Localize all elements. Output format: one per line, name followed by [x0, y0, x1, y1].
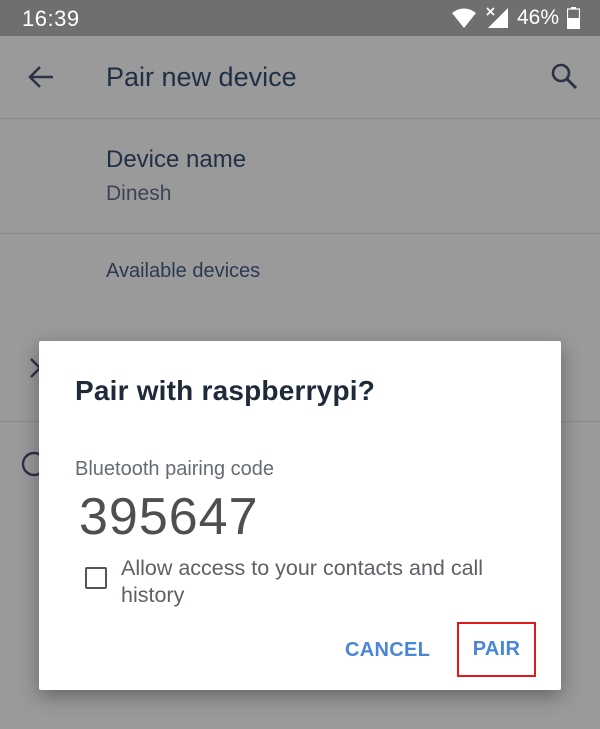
dialog-title: Pair with raspberrypi? — [75, 375, 376, 406]
battery-percent: 46% — [516, 6, 559, 29]
search-icon[interactable] — [550, 62, 578, 90]
wifi-icon — [451, 7, 477, 29]
no-signal-icon — [485, 7, 509, 29]
pair-button-label: PAIR — [472, 638, 521, 660]
app-bar: Pair new device — [0, 36, 600, 119]
cancel-button[interactable]: CANCEL — [345, 639, 430, 662]
available-devices-label: Available devices — [106, 260, 261, 282]
pair-button[interactable]: PAIR — [457, 622, 536, 677]
pairing-code-label: Bluetooth pairing code — [75, 458, 275, 480]
battery-icon — [567, 7, 580, 29]
status-time: 16:39 — [22, 6, 80, 31]
device-name-row[interactable]: Device name Dinesh — [0, 118, 600, 234]
back-arrow-icon[interactable] — [26, 62, 56, 92]
pairing-code: 395647 — [79, 488, 259, 546]
contacts-access-label[interactable]: Allow access to your contacts and call h… — [121, 555, 531, 609]
status-bar: 16:39 46% — [0, 0, 600, 36]
device-name-value: Dinesh — [106, 182, 172, 205]
device-name-title: Device name — [106, 146, 247, 173]
status-icons: 46% — [451, 6, 580, 30]
pairing-dialog: Pair with raspberrypi? Bluetooth pairing… — [39, 341, 561, 690]
contacts-access-checkbox[interactable] — [85, 567, 107, 589]
page-title: Pair new device — [106, 62, 297, 92]
